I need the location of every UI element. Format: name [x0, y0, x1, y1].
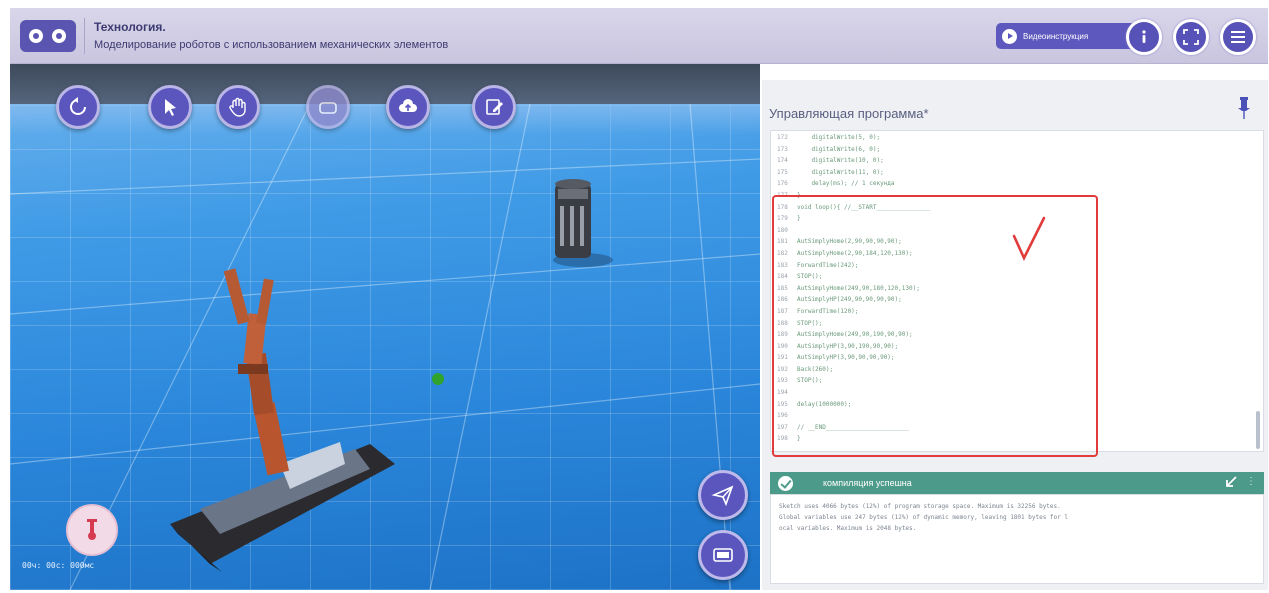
fullscreen-button[interactable]: [1173, 19, 1209, 55]
success-check-icon: [778, 475, 793, 491]
pin-icon[interactable]: [1237, 96, 1251, 120]
annotation-checkmark-icon: [1012, 216, 1046, 262]
more-options-icon[interactable]: ⋮: [1246, 476, 1256, 487]
hamburger-icon: [1231, 31, 1245, 43]
code-text: digitalWrite(11, 0);: [797, 168, 884, 176]
app-header: Технология. Моделирование роботов с испо…: [10, 8, 1268, 64]
send-program-button[interactable]: [698, 470, 748, 520]
header-divider: [84, 18, 85, 54]
compile-status-text: компиляция успешна: [823, 478, 912, 488]
code-text: digitalWrite(10, 0);: [797, 157, 884, 165]
camera-view-button[interactable]: [306, 85, 350, 129]
code-line: 173 digitalWrite(6, 0);: [771, 146, 1263, 158]
edit-program-button[interactable]: [472, 85, 516, 129]
console-text: Sketch uses 4066 bytes (12%) of program …: [779, 503, 1068, 532]
reset-icon: [70, 97, 86, 115]
video-instruction-button[interactable]: Видеоинструкция: [996, 23, 1136, 49]
robot-select-button[interactable]: [66, 504, 118, 556]
code-scrollbar[interactable]: [1256, 411, 1260, 449]
cloud-upload-button[interactable]: [386, 85, 430, 129]
line-number: 173: [777, 145, 788, 153]
compile-output-console: Sketch uses 4066 bytes (12%) of program …: [770, 494, 1264, 584]
device-icon: [713, 548, 733, 562]
controller-button[interactable]: [698, 530, 748, 580]
select-tool-button[interactable]: [148, 85, 192, 129]
menu-button[interactable]: [1220, 19, 1256, 55]
floor-grid: [10, 103, 760, 590]
line-number: 176: [777, 180, 788, 188]
paper-plane-icon: [711, 485, 734, 507]
page-subtitle: Моделирование роботов с использованием м…: [94, 39, 449, 51]
program-panel-title: Управляющая программа*: [769, 106, 929, 121]
scene-objects: [10, 103, 760, 590]
logo-eye-left: [29, 29, 43, 43]
compile-status-bar: компиляция успешна ⋮: [770, 472, 1264, 494]
code-line: 175 digitalWrite(11, 0);: [771, 169, 1263, 181]
info-icon: [1142, 30, 1146, 43]
app-logo: [20, 20, 76, 52]
line-number: 172: [777, 134, 788, 141]
code-text: digitalWrite(5, 0);: [797, 134, 881, 141]
simulation-viewport[interactable]: 00ч: 00с: 000мс: [10, 64, 760, 590]
code-text: digitalWrite(6, 0);: [797, 145, 881, 153]
line-number: 174: [777, 157, 788, 165]
play-icon: [1002, 28, 1017, 44]
collapse-arrow-icon[interactable]: [1224, 475, 1238, 489]
pan-tool-button[interactable]: [216, 85, 260, 129]
fullscreen-icon: [1183, 29, 1199, 45]
logo-eye-right: [52, 29, 66, 43]
line-number: 175: [777, 168, 788, 176]
reset-scene-button[interactable]: [56, 85, 100, 129]
sensor-tower-object[interactable]: [553, 179, 613, 267]
page-title: Технология.: [94, 20, 166, 34]
cloud-upload-icon: [399, 99, 417, 112]
video-instruction-label: Видеоинструкция: [1023, 31, 1089, 41]
camera-icon: [319, 102, 337, 114]
robot-model[interactable]: [170, 268, 395, 572]
code-line: 174 digitalWrite(10, 0);: [771, 157, 1263, 169]
robot-arm-icon: [87, 519, 97, 540]
hand-icon: [229, 97, 246, 117]
code-line: 176 delay(ms); // 1 секунда: [771, 180, 1263, 192]
cursor-icon: [165, 99, 176, 116]
info-button[interactable]: [1126, 19, 1162, 55]
edit-icon: [486, 99, 503, 115]
simulation-timer: 00ч: 00с: 000мс: [22, 561, 95, 570]
green-ball-object[interactable]: [432, 373, 444, 385]
code-text: delay(ms); // 1 секунда: [797, 180, 895, 188]
code-line: 172 digitalWrite(5, 0);: [771, 134, 1263, 146]
